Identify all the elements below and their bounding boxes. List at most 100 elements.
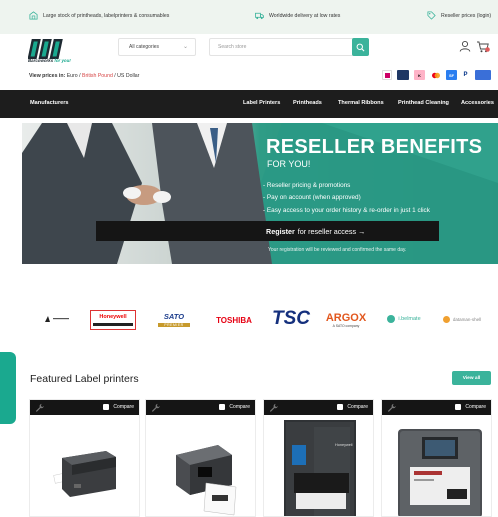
nav-manufacturers[interactable]: Manufacturers (30, 100, 69, 106)
compare-toggle[interactable]: Compare (455, 404, 486, 410)
product-image[interactable] (382, 415, 492, 517)
main-nav: Manufacturers Label Printers Printheads … (0, 90, 498, 118)
hero-note: Your registration will be reviewed and c… (268, 247, 407, 253)
usp-delivery: Worldwide delivery at low rates (255, 11, 340, 20)
payment-bank-icon (475, 70, 491, 80)
product-image[interactable] (30, 415, 140, 517)
category-select-value: All categories (129, 44, 160, 50)
currency-euro[interactable]: Euro (67, 73, 78, 79)
brand-honeywell-text: Honeywell (99, 314, 127, 320)
payment-sofort-icon: SF (446, 70, 457, 80)
zebra-icon (45, 316, 69, 322)
nav-accessories[interactable]: Accessories (461, 100, 494, 106)
compare-checkbox[interactable] (219, 404, 226, 410)
nav-label-printers[interactable]: Label Printers (243, 100, 280, 106)
card-toolbar: Compare (146, 400, 255, 415)
brand-dataman-text: dataman-shell (452, 316, 482, 322)
brand-argox-text: ARGOX (325, 312, 367, 324)
nav-printheads[interactable]: Printheads (293, 100, 322, 106)
category-select[interactable]: All categories ⌄ (118, 38, 196, 56)
card-toolbar: Compare (382, 400, 491, 415)
usp-delivery-text: Worldwide delivery at low rates (269, 12, 341, 19)
nav-thermal-ribbons[interactable]: Thermal Ribbons (338, 100, 384, 106)
usp-bar: Large stock of printheads, labelprinters… (0, 0, 498, 34)
brand-tsc-text: TSC (272, 308, 310, 329)
search-input[interactable]: Search store (209, 38, 369, 56)
compare-label: Compare (347, 404, 368, 410)
product-card[interactable]: Compare Honeywell (263, 399, 374, 517)
usp-stock-text: Large stock of printheads, labelprinters… (43, 12, 170, 19)
compare-toggle[interactable]: Compare (337, 404, 368, 410)
brand-logo-toshiba[interactable]: TOSHIBA (211, 314, 257, 326)
brand-logo-tsc[interactable]: TSC (268, 308, 314, 330)
cart-icon[interactable] (476, 40, 490, 54)
hero-title: RESELLER BENEFITS (266, 136, 483, 158)
brand-logo-zebra[interactable] (42, 310, 72, 328)
brand-sato-sub: PREMIER (158, 322, 190, 327)
view-all-button[interactable]: View all (452, 371, 491, 385)
compare-toggle[interactable]: Compare (219, 404, 250, 410)
account-icon[interactable] (459, 40, 471, 52)
nav-printhead-cleaning[interactable]: Printhead Cleaning (398, 100, 449, 106)
card-toolbar: Compare (30, 400, 139, 415)
brand-sato-text: SATO (163, 311, 185, 321)
featured-title: Featured Label printers (30, 373, 139, 385)
printer-brand-text: Honeywell (335, 443, 353, 447)
product-image[interactable] (146, 415, 256, 517)
search-icon (356, 43, 365, 51)
wrench-icon[interactable] (151, 403, 160, 412)
usp-reseller-login[interactable]: Reseller prices (login) (427, 11, 491, 20)
currency-gbp[interactable]: British Pound (82, 73, 113, 79)
payment-klarna-icon: K (414, 70, 425, 80)
brand-logo-sato[interactable]: SATO PREMIER (156, 309, 192, 329)
product-card[interactable]: Compare (29, 399, 140, 517)
brand-logo-argox[interactable]: ARGOX A SATO company (325, 307, 367, 333)
brand-toshiba-text: TOSHIBA (216, 315, 252, 325)
brand-ibelmate-text: i.belmate (398, 316, 421, 322)
product-image[interactable] (264, 415, 374, 517)
logo-tagline-slogan: for you! (54, 58, 71, 63)
ibelmate-icon (387, 315, 396, 323)
hero-benefit: - Easy access to your order history & re… (263, 206, 430, 214)
brand-logo-ibelmate[interactable]: i.belmate (381, 313, 427, 325)
search-button[interactable] (352, 38, 369, 56)
compare-checkbox[interactable] (103, 404, 110, 410)
register-cta-strong: Register (266, 226, 295, 236)
register-reseller-button[interactable]: Register for reseller access → (96, 221, 439, 241)
product-card[interactable]: Compare (381, 399, 492, 517)
brand-logo-dataman[interactable]: dataman-shell (437, 313, 487, 325)
logo-tagline: Barcoworks for you! (28, 58, 71, 63)
payment-paypal-icon: P (461, 70, 470, 80)
wrench-icon[interactable] (35, 403, 44, 412)
warehouse-icon (29, 11, 38, 20)
register-cta-text: for reseller access → (297, 226, 366, 236)
currency-label: View prices in: (29, 73, 66, 79)
search-placeholder: Search store (218, 44, 247, 50)
hero-subtitle: FOR YOU! (267, 159, 311, 169)
compare-label: Compare (465, 404, 486, 410)
currency-usd[interactable]: US Dollar (117, 73, 139, 79)
delivery-truck-icon (255, 12, 264, 20)
payment-ideal-icon (382, 70, 392, 80)
card-toolbar: Compare (264, 400, 373, 415)
compare-label: Compare (113, 404, 134, 410)
side-feedback-tab[interactable] (0, 352, 16, 424)
usp-reseller-text[interactable]: Reseller prices (login) (441, 13, 491, 19)
compare-label: Compare (229, 404, 250, 410)
currency-switcher: View prices in: Euro / British Pound / U… (29, 73, 139, 79)
chevron-down-icon: ⌄ (182, 44, 188, 50)
compare-toggle[interactable]: Compare (103, 404, 134, 410)
wrench-icon[interactable] (269, 403, 278, 412)
compare-checkbox[interactable] (337, 404, 344, 410)
hero-benefit: - Pay on account (when approved) (263, 194, 361, 202)
product-card[interactable]: Compare (145, 399, 256, 517)
hero-benefit: - Reseller pricing & promotions (263, 182, 351, 189)
payment-bancontact-icon (397, 70, 409, 80)
dataman-icon (442, 315, 450, 323)
compare-checkbox[interactable] (455, 404, 462, 410)
brand-logo-honeywell[interactable]: Honeywell (90, 310, 136, 330)
logo-tagline-brand: Barcoworks (28, 58, 54, 63)
payment-mastercard-icon (430, 70, 441, 80)
wrench-icon[interactable] (387, 403, 396, 412)
brand-argox-sub: A SATO company (332, 324, 360, 328)
